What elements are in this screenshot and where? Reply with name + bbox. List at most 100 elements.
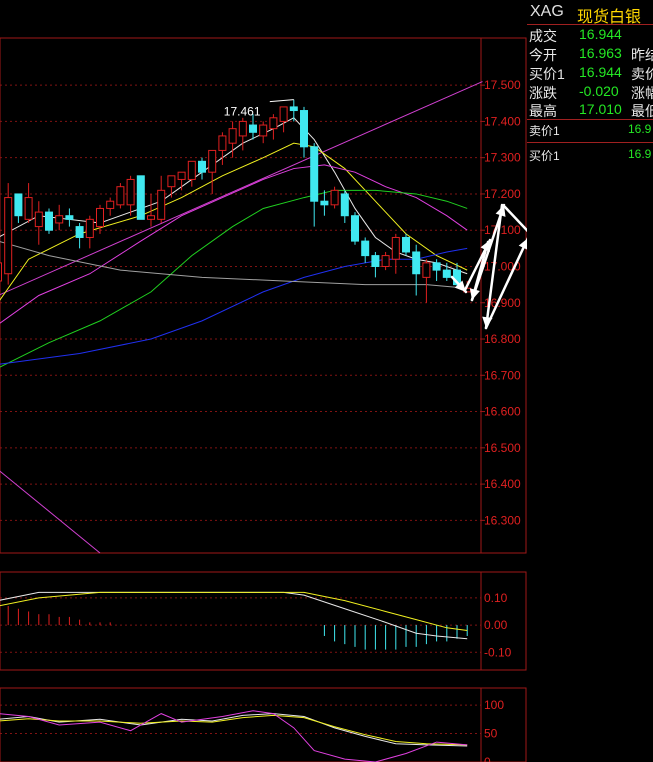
quote-label: 成交 bbox=[529, 28, 557, 44]
candle-body bbox=[85, 218, 94, 238]
candle-body bbox=[412, 251, 421, 275]
quote-value: 17.010 bbox=[579, 101, 622, 117]
candle-body bbox=[330, 189, 339, 206]
candle-body bbox=[126, 178, 135, 206]
candle-body bbox=[34, 211, 43, 228]
y-tick-label: 17.100 bbox=[484, 223, 521, 237]
y-tick-label: 16.600 bbox=[484, 405, 521, 419]
panel-frame bbox=[0, 687, 527, 762]
candle-body bbox=[208, 149, 217, 173]
candle-body bbox=[351, 215, 359, 242]
candle-body bbox=[320, 200, 329, 206]
quote-row-change: 涨跌 -0.020 涨幅 bbox=[527, 82, 653, 101]
quote-panel: XAG 现货白银 成交 16.944 今开 16.963 昨结 买价1 16.9… bbox=[527, 0, 653, 762]
candle-body bbox=[340, 193, 349, 217]
y-tick-label: 17.500 bbox=[484, 78, 521, 92]
candle-body bbox=[432, 262, 441, 271]
candle-body bbox=[147, 215, 155, 220]
candle-body bbox=[259, 124, 268, 137]
candle-body bbox=[371, 255, 380, 267]
candle-body bbox=[116, 186, 125, 206]
candle-body bbox=[45, 211, 53, 231]
symbol-code: XAG bbox=[530, 3, 564, 20]
ask-label: 卖价1 bbox=[529, 124, 560, 138]
quote-header: XAG 现货白银 bbox=[527, 0, 653, 26]
kdj-line-ma10 bbox=[0, 714, 468, 746]
quote-label-right: 最低 bbox=[631, 103, 653, 119]
orderbook-ask-1[interactable]: 卖价1 16.9 bbox=[527, 120, 653, 139]
candle-body bbox=[198, 160, 206, 173]
panel-frame bbox=[0, 37, 527, 554]
y-tick-label: 0.10 bbox=[484, 591, 508, 605]
candle-body bbox=[238, 120, 247, 137]
y-tick-label: 16.700 bbox=[484, 368, 521, 382]
quote-value: 16.963 bbox=[579, 45, 622, 61]
high-marker-line bbox=[269, 99, 294, 103]
bid-label: 买价1 bbox=[529, 149, 560, 163]
candle-body bbox=[381, 255, 390, 267]
quote-value: -0.020 bbox=[579, 83, 619, 99]
candle-body bbox=[0, 262, 2, 282]
candle-body bbox=[422, 262, 431, 278]
candle-body bbox=[279, 106, 288, 122]
quote-value: 16.944 bbox=[579, 26, 622, 42]
quote-row-bid: 买价1 16.944 卖价 bbox=[527, 63, 653, 82]
ask-price: 16.9 bbox=[628, 122, 652, 136]
y-tick-label: -0.10 bbox=[484, 645, 512, 659]
kdj-line-ma20 bbox=[0, 710, 468, 762]
candle-body bbox=[96, 207, 104, 228]
y-tick-label: 16.800 bbox=[484, 332, 521, 346]
candle-body bbox=[75, 226, 84, 238]
candle-body bbox=[218, 135, 227, 151]
divider bbox=[527, 142, 653, 143]
y-tick-label: 17.400 bbox=[484, 114, 521, 128]
moving-average-ma60 bbox=[0, 247, 468, 365]
macd-line-ma5 bbox=[0, 591, 468, 640]
candle-body bbox=[249, 124, 257, 133]
quote-label: 今开 bbox=[529, 47, 557, 63]
bid-price: 16.9 bbox=[628, 147, 652, 161]
candle-body bbox=[391, 236, 400, 260]
candle-body bbox=[14, 193, 23, 217]
candle-body bbox=[106, 200, 115, 209]
candle-body bbox=[55, 215, 64, 224]
candle-body bbox=[167, 175, 176, 188]
orderbook-bid-1[interactable]: 买价1 16.9 bbox=[527, 145, 653, 164]
quote-value: 16.944 bbox=[579, 64, 622, 80]
high-price-label: 17.461 bbox=[224, 105, 261, 119]
y-tick-label: 16.300 bbox=[484, 513, 521, 527]
y-tick-label: 100 bbox=[484, 698, 504, 712]
y-tick-label: 0 bbox=[484, 755, 491, 762]
quote-label: 最高 bbox=[529, 103, 557, 119]
y-tick-label: 17.200 bbox=[484, 187, 521, 201]
candle-body bbox=[269, 117, 278, 130]
candle-body bbox=[300, 110, 308, 148]
quote-label: 买价1 bbox=[529, 66, 565, 82]
candle-body bbox=[310, 146, 319, 202]
quote-label-right: 卖价 bbox=[631, 66, 653, 82]
candle-body bbox=[65, 215, 74, 220]
y-tick-label: 16.400 bbox=[484, 477, 521, 491]
candle-body bbox=[289, 106, 298, 112]
quote-row-last: 成交 16.944 bbox=[527, 25, 653, 44]
kline-chart[interactable]: 17.50017.40017.30017.20017.10017.00016.9… bbox=[0, 0, 527, 762]
candle-body bbox=[187, 160, 196, 180]
candle-body bbox=[177, 171, 186, 180]
candle-body bbox=[361, 240, 370, 257]
candle-body bbox=[442, 269, 451, 278]
y-tick-label: 16.500 bbox=[484, 441, 521, 455]
candle-body bbox=[402, 236, 410, 253]
y-tick-label: 0.00 bbox=[484, 618, 508, 632]
candle-body bbox=[228, 128, 237, 144]
quote-label-right: 昨结 bbox=[631, 47, 653, 63]
y-tick-label: 17.300 bbox=[484, 151, 521, 165]
y-tick-label: 50 bbox=[484, 727, 498, 741]
panel-frame bbox=[0, 571, 527, 671]
quote-row-open: 今开 16.963 昨结 bbox=[527, 44, 653, 63]
candle-body bbox=[24, 197, 33, 220]
candle-body bbox=[136, 175, 145, 220]
candle-body bbox=[157, 189, 166, 220]
trend-channel-line bbox=[0, 470, 101, 554]
quote-row-high: 最高 17.010 最低 bbox=[527, 100, 653, 119]
candle-body bbox=[4, 197, 13, 275]
